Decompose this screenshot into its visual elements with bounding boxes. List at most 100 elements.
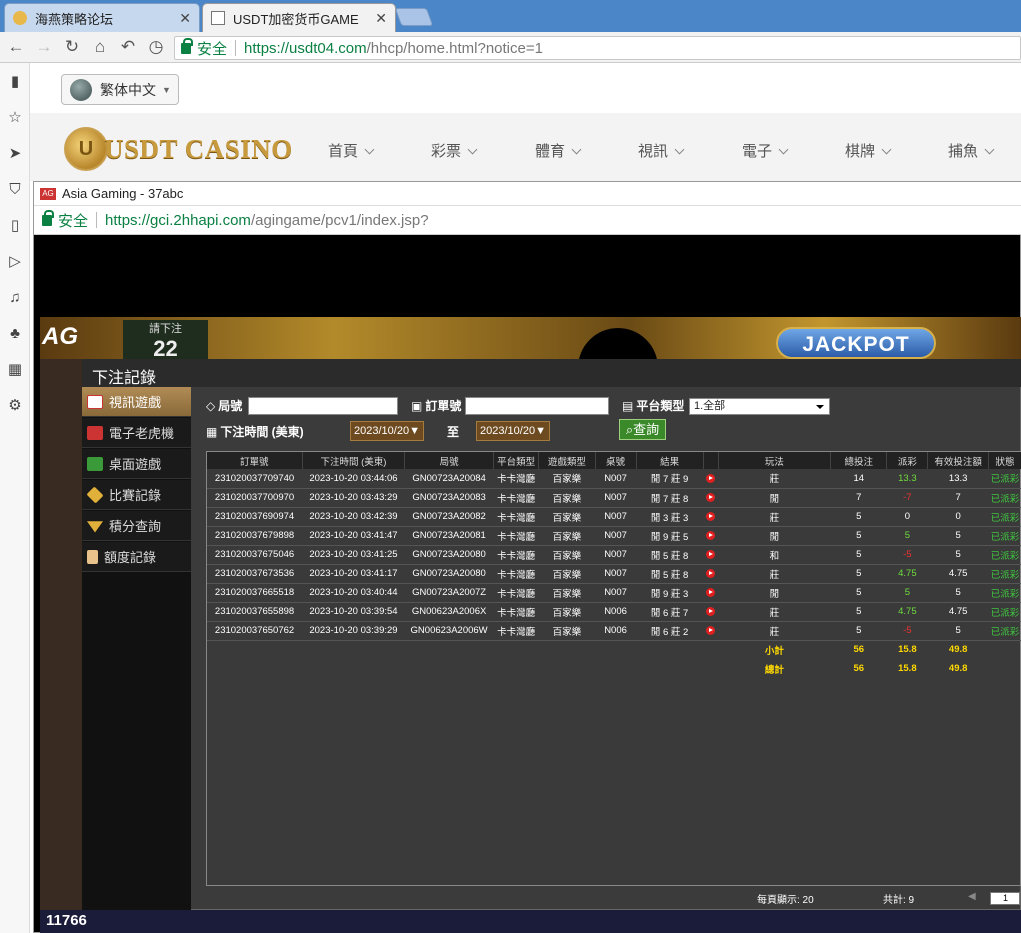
star-icon[interactable]: ☆ (6, 109, 24, 127)
date-from-picker[interactable]: 2023/10/20▼ (350, 421, 424, 441)
browser-tab-bar: 海燕策略论坛 ✕ USDT加密货币GAME ✕ (0, 0, 1021, 32)
play-video-icon[interactable] (706, 606, 716, 616)
shield-icon[interactable]: ⛉ (6, 181, 24, 199)
prev-page-icon[interactable]: ◀ (968, 891, 976, 902)
history-icon[interactable]: ◷ (146, 37, 166, 57)
menu-slots[interactable]: 電子老虎機 (82, 418, 191, 448)
play-video-icon[interactable] (706, 549, 716, 559)
gear-icon[interactable]: ⚙ (6, 397, 24, 415)
bookmark-icon[interactable]: ▮ (6, 73, 24, 91)
records-table: 訂單號 下注時間 (美東) 局號 平台類型 遊戲類型 桌號 結果 玩法 總投注 派彩 有效投注額 狀態… (206, 451, 1021, 886)
menu-points[interactable]: 積分查詢 (82, 511, 191, 541)
send-icon[interactable]: ➤ (6, 145, 24, 163)
table-cell: N007 (595, 545, 637, 565)
play-video-icon[interactable] (706, 625, 716, 635)
table-row[interactable]: 231020037650762 2023-10-20 03:39:29 GN0062… (207, 621, 1021, 641)
phone-icon[interactable]: ▯ (6, 217, 24, 235)
order-input[interactable] (465, 397, 609, 415)
nav-home[interactable]: 首頁 (328, 140, 375, 161)
time-cell: 2023-10-20 03:41:25 (302, 545, 405, 565)
result-cell: 閒 7 莊 8 (636, 488, 704, 508)
play-video-icon[interactable] (706, 473, 716, 483)
tab-usdt-game[interactable]: USDT加密货币GAME ✕ (202, 3, 396, 32)
column-header: 總投注 (830, 452, 888, 469)
table-cell: N006 (595, 621, 637, 641)
table-row[interactable]: 231020037700970 2023-10-20 03:43:29 GN0072… (207, 488, 1021, 508)
table-row[interactable]: 231020037655898 2023-10-20 03:39:54 GN0062… (207, 602, 1021, 622)
table-header: 訂單號 下注時間 (美東) 局號 平台類型 遊戲類型 桌號 結果 玩法 總投注 派彩 有效投注額 狀態 (207, 452, 1021, 469)
table-row[interactable]: 231020037673536 2023-10-20 03:41:17 GN0072… (207, 564, 1021, 584)
nav-lottery[interactable]: 彩票 (431, 140, 478, 161)
game-cell: 百家樂 (538, 564, 596, 584)
time-cell: 2023-10-20 03:42:39 (302, 507, 405, 527)
forward-icon[interactable]: → (34, 37, 54, 57)
close-icon[interactable]: ✕ (375, 10, 387, 27)
chevron-down-icon (778, 144, 789, 155)
status-cell: 已派彩 (988, 469, 1021, 489)
close-icon[interactable]: ✕ (179, 10, 191, 27)
platform-cell: 卡卡灣廳 (493, 545, 539, 565)
column-header: 有效投注額 (927, 452, 989, 469)
play-type-cell: 莊 (718, 469, 831, 489)
round-input[interactable] (248, 397, 398, 415)
replay-cell (703, 602, 719, 622)
nav-sports[interactable]: 體育 (535, 140, 582, 161)
menu-live-games[interactable]: 視訊遊戲 (82, 387, 191, 417)
undo-icon[interactable]: ↶ (118, 37, 138, 57)
time-cell: 2023-10-20 03:40:44 (302, 583, 405, 603)
table-cell: N007 (595, 488, 637, 508)
music-icon[interactable]: ♫ (6, 289, 24, 307)
table-row[interactable]: 231020037679898 2023-10-20 03:41:47 GN0072… (207, 526, 1021, 546)
column-header: 玩法 (718, 452, 832, 469)
valid-bet-cell: 7 (927, 488, 989, 508)
lock-icon (42, 209, 54, 226)
table-row[interactable]: 231020037690974 2023-10-20 03:42:39 GN0072… (207, 507, 1021, 527)
menu-table-games[interactable]: 桌面遊戲 (82, 449, 191, 479)
popup-title: Asia Gaming - 37abc (62, 186, 184, 201)
play-video-icon[interactable] (706, 587, 716, 597)
plant-icon[interactable]: ♣ (6, 325, 24, 343)
date-to-picker[interactable]: 2023/10/20▼ (476, 421, 550, 441)
address-bar[interactable]: 安全 https://usdt04.com /hhcp/home.html?no… (174, 36, 1021, 60)
nav-slots[interactable]: 電子 (742, 140, 789, 161)
home-icon[interactable]: ⌂ (90, 37, 110, 57)
menu-credit-records[interactable]: 額度記錄 (82, 542, 191, 572)
nav-chess[interactable]: 棋牌 (845, 140, 892, 161)
page-input[interactable]: 1 (990, 892, 1020, 905)
platform-select[interactable]: 1.全部 (689, 398, 830, 415)
round-cell: GN00723A20080 (404, 545, 494, 565)
platform-cell: 卡卡灣廳 (493, 469, 539, 489)
reload-icon[interactable]: ↻ (62, 37, 82, 57)
play-video-icon[interactable] (706, 511, 716, 521)
order-cell: 231020037673536 (207, 564, 303, 584)
diamond-icon (87, 521, 103, 533)
round-label: ◇ 局號 (206, 397, 242, 414)
play-type-cell: 莊 (718, 564, 831, 584)
divider (96, 212, 98, 228)
replay-cell (703, 564, 719, 584)
menu-match-records[interactable]: 比賽記錄 (82, 480, 191, 510)
play-type-cell: 莊 (718, 602, 831, 622)
nav-fishing[interactable]: 捕魚 (948, 140, 995, 161)
new-tab-button[interactable] (394, 8, 434, 26)
table-row[interactable]: 231020037675046 2023-10-20 03:41:25 GN0072… (207, 545, 1021, 565)
apps-icon[interactable]: ▦ (6, 361, 24, 379)
play-video-icon[interactable] (706, 568, 716, 578)
site-logo[interactable]: U USDT CASINO (64, 126, 293, 172)
secure-indicator[interactable]: 安全 (181, 37, 227, 59)
popup-address-bar[interactable]: 安全 https://gci.2hhapi.com /agingame/pcv1… (34, 205, 1021, 235)
play-video-icon[interactable] (706, 530, 716, 540)
query-button[interactable]: ⌕查詢 (619, 419, 666, 440)
table-row[interactable]: 231020037665518 2023-10-20 03:40:44 GN0072… (207, 583, 1021, 603)
play-video-icon[interactable] (706, 492, 716, 502)
date-from-value: 2023/10/20 (354, 425, 410, 437)
date-to-value: 2023/10/20 (480, 425, 536, 437)
play-icon[interactable]: ▷ (6, 253, 24, 271)
back-icon[interactable]: ← (6, 37, 26, 57)
table-row[interactable]: 231020037709740 2023-10-20 03:44:06 GN0072… (207, 469, 1021, 489)
order-cell: 231020037690974 (207, 507, 303, 527)
nav-live[interactable]: 視訊 (638, 140, 685, 161)
language-select[interactable]: 繁体中文 ▼ (61, 74, 179, 105)
valid-bet-cell: 13.3 (927, 469, 989, 489)
tab-forum[interactable]: 海燕策略论坛 ✕ (4, 3, 200, 32)
